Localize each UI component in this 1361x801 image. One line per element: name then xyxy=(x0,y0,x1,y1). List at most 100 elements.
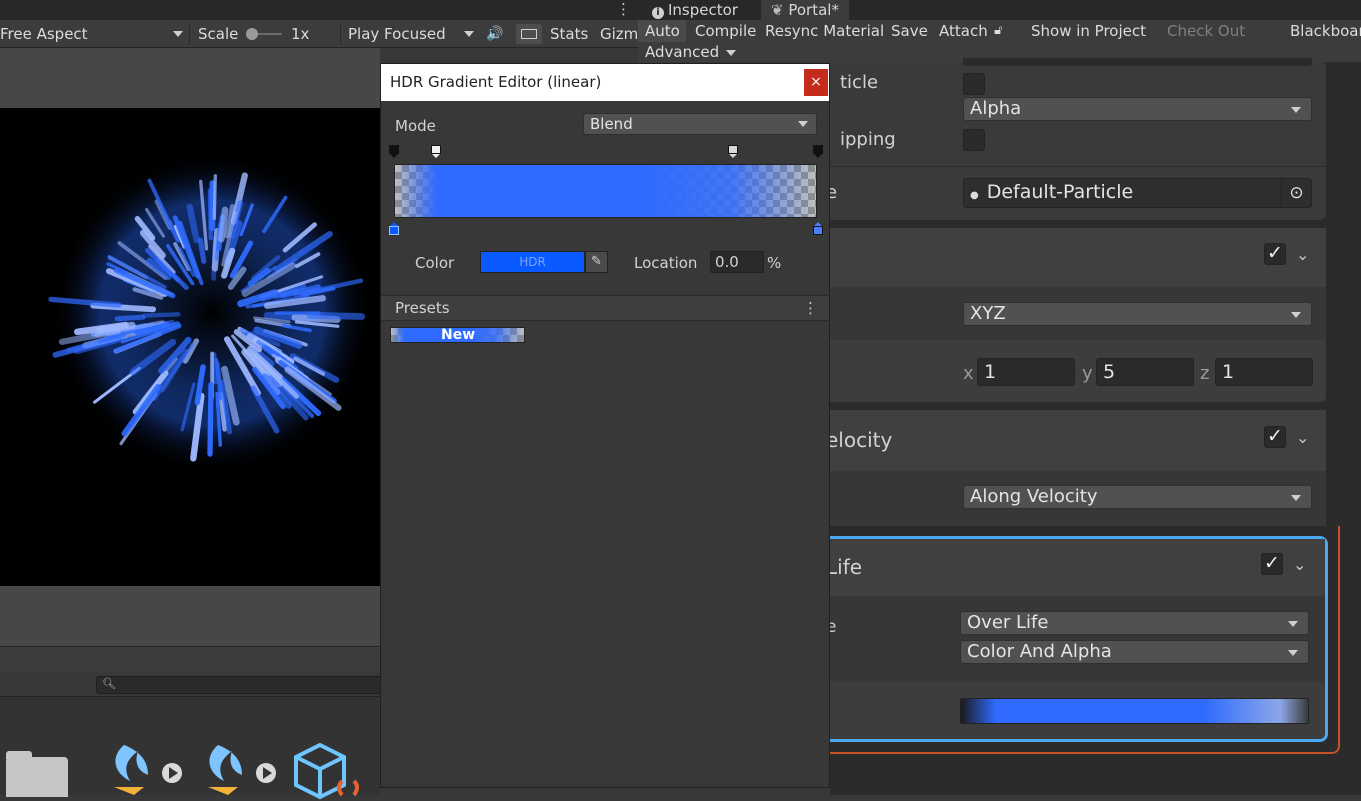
alpha-key-marker[interactable] xyxy=(813,145,823,158)
play-mode-label: Play Focused xyxy=(348,25,446,43)
gradient-preview[interactable] xyxy=(394,164,817,218)
alpha-key-marker[interactable] xyxy=(431,145,441,158)
game-view-padding xyxy=(0,48,380,108)
location-field[interactable]: 0.0 xyxy=(710,251,764,273)
save-button[interactable]: Save xyxy=(891,20,928,42)
chevron-down-icon[interactable]: ⌄ xyxy=(1296,245,1309,264)
keyboard-icon[interactable] xyxy=(516,24,542,44)
chevron-down-icon[interactable]: ⌄ xyxy=(1293,555,1306,574)
color-key-marker[interactable] xyxy=(813,222,823,235)
scale-slider-handle[interactable] xyxy=(246,28,258,40)
chevron-down-icon xyxy=(1291,495,1301,501)
aspect-dropdown[interactable]: Free Aspect xyxy=(0,20,188,48)
clipping-checkbox[interactable] xyxy=(963,129,985,151)
particle-streak xyxy=(117,317,143,319)
particle-streak xyxy=(210,384,211,454)
tab-inspector[interactable]: iInspector xyxy=(642,0,748,20)
chevron-down-icon xyxy=(1291,312,1301,318)
alpha-key-marker[interactable] xyxy=(728,145,738,158)
tab-portal[interactable]: ❦ Portal* xyxy=(761,0,849,20)
preset-swatch[interactable]: New xyxy=(390,327,525,343)
gradient-field[interactable] xyxy=(960,698,1309,724)
close-button[interactable]: × xyxy=(804,69,828,96)
gizmos-button[interactable]: Gizm xyxy=(600,20,638,48)
scale-slider[interactable] xyxy=(246,33,282,35)
resync-material-button[interactable]: Resync Material xyxy=(765,20,884,42)
particle-streak xyxy=(214,355,215,382)
shader-graph-asset-icon[interactable] xyxy=(290,741,370,801)
preset-label: New xyxy=(441,327,475,343)
block-row xyxy=(830,596,1325,682)
alpha-dropdown[interactable]: Alpha xyxy=(963,97,1312,121)
x-axis-label: x xyxy=(963,363,974,384)
alpha-key-marker[interactable] xyxy=(389,145,399,158)
stats-button[interactable]: Stats xyxy=(550,20,588,48)
presets-label: Presets xyxy=(395,299,450,317)
chevron-down-icon xyxy=(1291,107,1301,113)
chevron-down-icon xyxy=(798,121,808,127)
folder-tab-icon xyxy=(6,751,32,759)
gradient-fill xyxy=(395,165,816,217)
vfx-graph-asset-icon[interactable] xyxy=(198,737,278,797)
chevron-down-icon xyxy=(464,31,474,37)
advanced-dropdown[interactable]: Advanced xyxy=(645,41,736,63)
location-unit: % xyxy=(767,254,781,272)
composition-dropdown[interactable]: XYZ xyxy=(963,302,1312,326)
blackboard-button[interactable]: Blackboar xyxy=(1290,20,1361,42)
vfx-graph-asset-icon[interactable] xyxy=(104,737,184,797)
chevron-down-icon xyxy=(1288,650,1298,656)
project-assets-area xyxy=(0,696,380,795)
check-out-button: Check Out xyxy=(1167,20,1245,42)
aspect-label: Free Aspect xyxy=(0,25,88,43)
close-icon: × xyxy=(810,74,822,90)
game-view[interactable] xyxy=(0,108,380,586)
particle-burst xyxy=(0,108,380,586)
y-value-field[interactable]: 5 xyxy=(1096,358,1194,386)
block-title: Life xyxy=(826,555,862,579)
game-view-toolbar: Free Aspect Scale 1x Play Focused 🔊 Stat… xyxy=(0,20,638,48)
particle-streak xyxy=(200,240,203,261)
chevron-down-icon xyxy=(726,50,736,56)
hdr-color-swatch[interactable]: HDR xyxy=(480,251,585,273)
attach-button[interactable]: Attach xyxy=(939,20,988,42)
folder-icon[interactable] xyxy=(6,757,68,797)
play-mode-dropdown[interactable]: Play Focused xyxy=(348,20,478,48)
color-mode-dropdown[interactable]: Color And Alpha xyxy=(960,640,1309,664)
color-label: Color xyxy=(415,254,454,272)
block-header xyxy=(830,410,1326,470)
more-options-icon[interactable]: ⋮ xyxy=(616,0,631,18)
particle-label: ticle xyxy=(840,72,878,93)
eyedropper-icon[interactable]: ✎ xyxy=(585,251,608,273)
set-scale-block: ⌄ XYZ x 1 y 5 z 1 xyxy=(830,228,1326,402)
top-input-field[interactable] xyxy=(963,58,1312,66)
show-in-project-button[interactable]: Show in Project xyxy=(1031,20,1146,42)
color-over-life-block[interactable]: Life ⌄ e Over Life Color And Alpha xyxy=(830,536,1328,742)
block-enabled-checkbox[interactable] xyxy=(1264,426,1286,448)
project-search-input[interactable]: 🔍︎ xyxy=(96,676,386,694)
particle-streak xyxy=(221,210,225,239)
object-picker-icon[interactable]: ⊙ xyxy=(1281,179,1311,207)
lock-icon[interactable]: 🔓︎ xyxy=(994,20,1002,42)
chevron-down-icon xyxy=(173,31,183,37)
mode-dropdown[interactable]: Blend xyxy=(583,113,817,135)
mute-audio-icon[interactable]: 🔊 xyxy=(486,20,503,48)
block-enabled-checkbox[interactable] xyxy=(1264,243,1286,265)
chevron-down-icon xyxy=(1288,621,1298,627)
z-value-field[interactable]: 1 xyxy=(1215,358,1313,386)
block-enabled-checkbox[interactable] xyxy=(1261,553,1283,575)
chevron-down-icon[interactable]: ⌄ xyxy=(1296,428,1309,447)
mode-dropdown[interactable]: Over Life xyxy=(960,611,1309,635)
particle-streak xyxy=(214,176,215,218)
color-key-marker[interactable] xyxy=(389,222,399,235)
block-title: elocity xyxy=(826,428,892,452)
x-value-field[interactable]: 1 xyxy=(977,358,1075,386)
game-view-bottom-padding xyxy=(0,586,380,646)
presets-menu-icon[interactable]: ⋮ xyxy=(803,299,818,317)
compile-button[interactable]: Compile xyxy=(695,20,756,42)
orient-mode-dropdown[interactable]: Along Velocity xyxy=(963,485,1312,509)
particle-checkbox[interactable] xyxy=(963,73,985,95)
auto-toggle[interactable]: Auto xyxy=(638,20,686,42)
editor-tabs: iInspector ❦ Portal* xyxy=(638,0,1361,20)
texture-field[interactable]: ●Default-Particle ⊙ xyxy=(963,178,1312,208)
scale-value: 1x xyxy=(291,20,309,48)
